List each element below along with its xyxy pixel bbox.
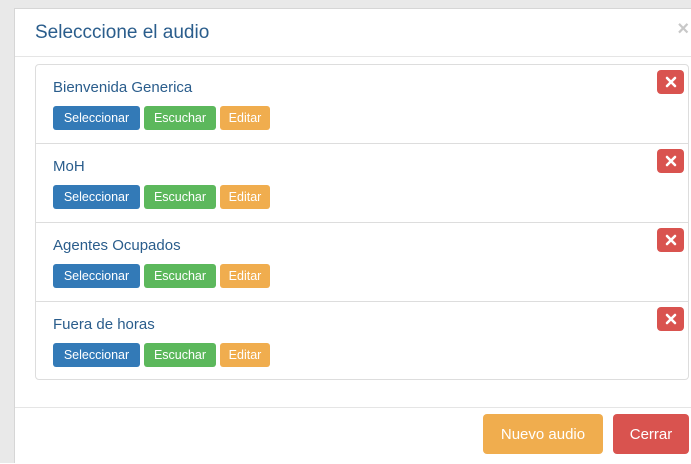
edit-button[interactable]: Editar	[220, 106, 270, 130]
audio-list: Bienvenida Generica Seleccionar Escuchar…	[35, 64, 689, 380]
audio-actions: Seleccionar Escuchar Editar	[53, 106, 270, 130]
select-audio-modal: Selecccione el audio × Bienvenida Generi…	[14, 8, 691, 463]
close-button[interactable]: Cerrar	[613, 414, 689, 454]
delete-button[interactable]	[657, 70, 684, 94]
listen-button[interactable]: Escuchar	[144, 106, 216, 130]
select-button[interactable]: Seleccionar	[53, 106, 140, 130]
delete-button[interactable]	[657, 307, 684, 331]
audio-title: Fuera de horas	[53, 316, 155, 333]
audio-actions: Seleccionar Escuchar Editar	[53, 264, 270, 288]
close-icon	[665, 155, 676, 167]
modal-title: Selecccione el audio	[35, 22, 210, 43]
list-item: Fuera de horas Seleccionar Escuchar Edit…	[36, 302, 688, 381]
delete-button[interactable]	[657, 149, 684, 173]
list-item: MoH Seleccionar Escuchar Editar	[36, 144, 688, 223]
listen-button[interactable]: Escuchar	[144, 343, 216, 367]
close-icon	[665, 234, 676, 246]
delete-button[interactable]	[657, 228, 684, 252]
list-item: Bienvenida Generica Seleccionar Escuchar…	[36, 65, 688, 144]
audio-actions: Seleccionar Escuchar Editar	[53, 185, 270, 209]
edit-button[interactable]: Editar	[220, 343, 270, 367]
new-audio-button[interactable]: Nuevo audio	[483, 414, 603, 454]
select-button[interactable]: Seleccionar	[53, 343, 140, 367]
edit-button[interactable]: Editar	[220, 264, 270, 288]
select-button[interactable]: Seleccionar	[53, 185, 140, 209]
modal-close-icon[interactable]: ×	[677, 19, 689, 39]
close-icon	[665, 313, 676, 325]
audio-actions: Seleccionar Escuchar Editar	[53, 343, 270, 367]
audio-title: Agentes Ocupados	[53, 237, 181, 254]
modal-header: Selecccione el audio ×	[15, 9, 691, 57]
close-icon	[665, 76, 676, 88]
listen-button[interactable]: Escuchar	[144, 185, 216, 209]
select-button[interactable]: Seleccionar	[53, 264, 140, 288]
edit-button[interactable]: Editar	[220, 185, 270, 209]
listen-button[interactable]: Escuchar	[144, 264, 216, 288]
audio-title: Bienvenida Generica	[53, 79, 193, 96]
modal-footer: Nuevo audio Cerrar	[15, 407, 691, 464]
list-item: Agentes Ocupados Seleccionar Escuchar Ed…	[36, 223, 688, 302]
audio-title: MoH	[53, 158, 85, 175]
